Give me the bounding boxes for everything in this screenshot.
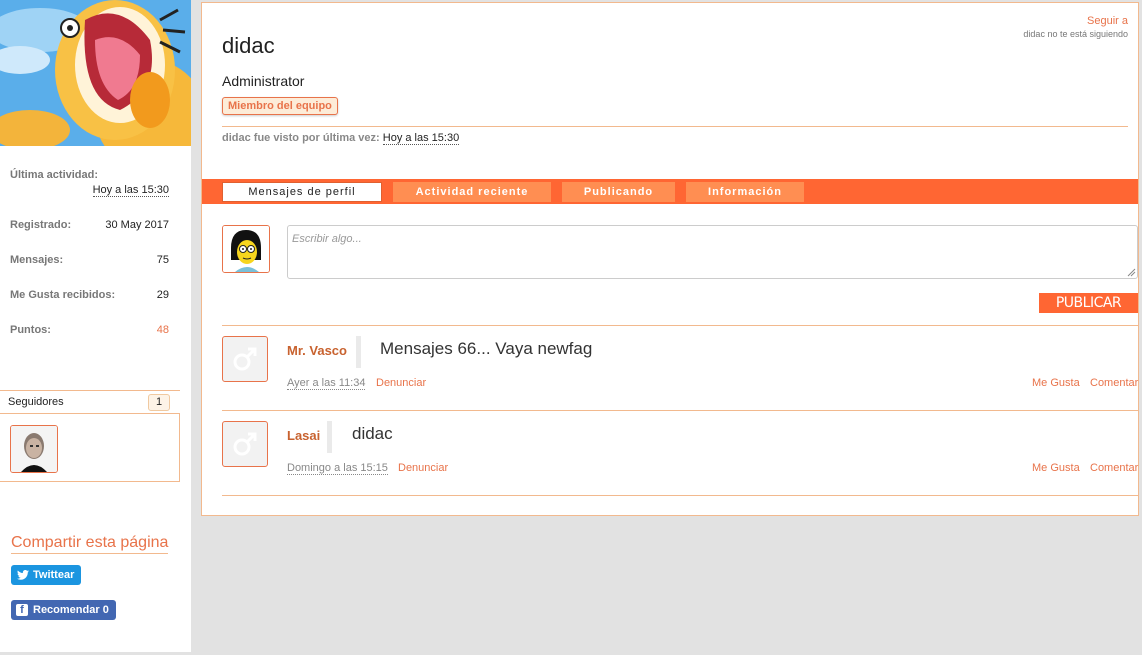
- last-seen-time: Hoy a las 15:30: [382, 132, 460, 145]
- stat-row-messages: Mensajes: 75: [10, 254, 169, 266]
- follow-status: didac no te está siguiendo: [1023, 29, 1128, 39]
- report-link[interactable]: Denunciar: [398, 462, 448, 474]
- facebook-icon: f: [16, 604, 28, 616]
- current-user-avatar[interactable]: [222, 225, 270, 273]
- tab-recent-activity[interactable]: Actividad reciente: [393, 182, 551, 202]
- divider: [222, 495, 1138, 496]
- last-seen: didac fue visto por última vez: Hoy a la…: [222, 132, 460, 145]
- message-divider: [327, 421, 332, 453]
- follower-photo: [11, 426, 57, 472]
- facebook-recommend-label: Recomendar 0: [33, 604, 109, 616]
- message-author-avatar[interactable]: [222, 421, 268, 467]
- message-text: didac: [352, 424, 393, 443]
- profile-main: didac Administrator Miembro del equipo S…: [201, 2, 1139, 516]
- profile-sidebar: Última actividad: Hoy a las 15:30 Regist…: [0, 0, 191, 652]
- stat-row-likes: Me Gusta recibidos: 29: [10, 289, 169, 301]
- twitter-share-button[interactable]: Twittear: [11, 565, 81, 585]
- followers-header: Seguidores 1: [0, 390, 180, 413]
- profile-tabs: Mensajes de perfil Actividad reciente Pu…: [202, 179, 1138, 204]
- message-author-avatar[interactable]: [222, 336, 268, 382]
- like-link[interactable]: Me Gusta: [1032, 462, 1080, 474]
- stat-value[interactable]: 75: [157, 254, 169, 266]
- message-author[interactable]: Lasai: [287, 428, 320, 443]
- stat-label: Puntos:: [10, 324, 51, 336]
- follow-link[interactable]: Seguir a: [1087, 15, 1128, 27]
- tab-profile-posts[interactable]: Mensajes de perfil: [222, 182, 382, 202]
- stat-label: Mensajes:: [10, 254, 64, 266]
- profile-username: didac: [222, 33, 275, 58]
- like-link[interactable]: Me Gusta: [1032, 377, 1080, 389]
- message-divider: [356, 336, 361, 368]
- comment-link[interactable]: Comentar: [1090, 462, 1138, 474]
- message-text: Mensajes 66... Vaya newfag: [380, 339, 593, 358]
- stat-value[interactable]: 48: [157, 324, 169, 336]
- tab-information[interactable]: Información: [686, 182, 804, 202]
- profile-avatar[interactable]: [0, 0, 191, 146]
- stat-label: Registrado:: [10, 219, 72, 231]
- facebook-recommend-button[interactable]: f Recomendar 0: [11, 600, 116, 620]
- divider: [222, 325, 1138, 326]
- profile-post-input[interactable]: Escribir algo...: [287, 225, 1138, 279]
- message-author[interactable]: Mr. Vasco: [287, 343, 347, 358]
- followers-count-badge[interactable]: 1: [148, 394, 170, 411]
- team-member-badge: Miembro del equipo: [222, 97, 338, 115]
- divider: [222, 410, 1138, 411]
- message-time[interactable]: Domingo a las 15:15: [287, 462, 388, 475]
- share-title: Compartir esta página: [11, 534, 169, 554]
- resize-handle-icon[interactable]: [1126, 267, 1136, 277]
- cartoon-avatar-image: [223, 226, 269, 272]
- stat-row-points: Puntos: 48: [10, 324, 169, 336]
- follower-avatar[interactable]: [10, 425, 58, 473]
- publish-button[interactable]: PUBLICAR: [1039, 293, 1138, 313]
- male-symbol-icon: [233, 432, 257, 456]
- comment-link[interactable]: Comentar: [1090, 377, 1138, 389]
- last-activity-row: Última actividad: Hoy a las 15:30: [10, 169, 169, 197]
- psyduck-avatar-image: [0, 0, 191, 146]
- male-symbol-icon: [233, 347, 257, 371]
- stat-value: 30 May 2017: [105, 219, 169, 231]
- report-link[interactable]: Denunciar: [376, 377, 426, 389]
- twitter-share-label: Twittear: [33, 569, 75, 581]
- last-activity-value: Hoy a las 15:30: [92, 184, 169, 197]
- profile-role: Administrator: [222, 73, 305, 89]
- divider: [222, 126, 1128, 127]
- stat-value: 29: [156, 289, 169, 301]
- twitter-bird-icon: [17, 570, 29, 580]
- last-seen-label: didac fue visto por última vez:: [222, 132, 380, 144]
- followers-list: [0, 413, 180, 482]
- followers-label: Seguidores: [8, 396, 64, 408]
- stat-row-registered: Registrado: 30 May 2017: [10, 219, 169, 231]
- stat-label: Me Gusta recibidos:: [10, 289, 116, 301]
- message-time[interactable]: Ayer a las 11:34: [287, 377, 366, 390]
- last-activity-label: Última actividad:: [10, 169, 99, 181]
- tab-postings[interactable]: Publicando: [562, 182, 675, 202]
